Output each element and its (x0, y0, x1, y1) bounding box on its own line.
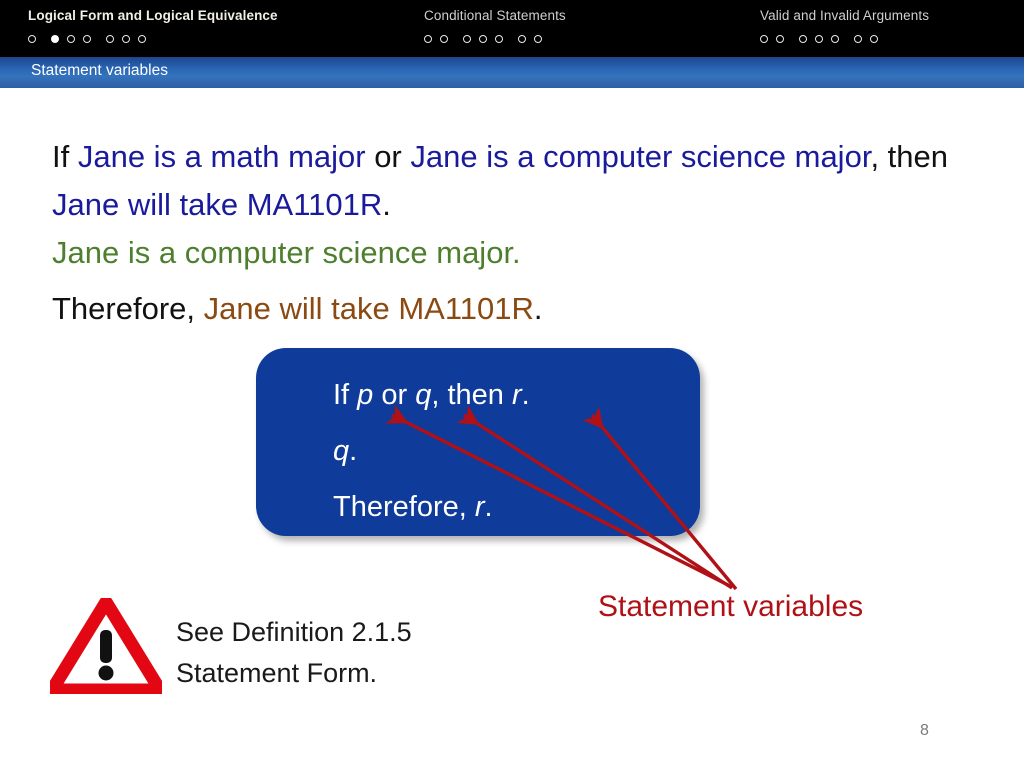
top-navigation-bar: Logical Form and Logical Equivalence Con… (0, 0, 1024, 57)
nav-dot-current[interactable] (51, 34, 59, 43)
nav-dot[interactable] (776, 34, 784, 43)
nav-dot[interactable] (67, 34, 75, 43)
nav-dot[interactable] (815, 34, 823, 43)
nav-dot[interactable] (854, 34, 862, 43)
argument-if-keyword: If (52, 139, 78, 174)
symbolic-form-callout: If p or q, then r. q. Therefore, r. (256, 348, 700, 536)
slide-title-banner: Statement variables (0, 57, 1024, 88)
variable-q: q (415, 379, 432, 411)
nav-progress-dots (760, 32, 929, 46)
argument-period: . (382, 187, 391, 222)
symbolic-form-text: If p or q, then r. q. Therefore, r. (333, 367, 530, 535)
statement-variables-annotation-label: Statement variables (598, 590, 864, 623)
variable-p: p (357, 379, 374, 411)
nav-section-title: Valid and Invalid Arguments (760, 8, 930, 23)
variable-q: q (333, 435, 350, 467)
symbolic-then-keyword: , then (431, 379, 512, 411)
argument-second-premise: Jane is a computer science major. (52, 235, 521, 270)
nav-dot[interactable] (138, 34, 146, 43)
nav-dot[interactable] (870, 34, 878, 43)
definition-reference-line-2: Statement Form. (176, 658, 378, 688)
nav-dot[interactable] (760, 34, 768, 43)
warning-triangle-icon (50, 598, 162, 694)
nav-dot[interactable] (495, 34, 503, 43)
argument-therefore-keyword: Therefore, (52, 291, 204, 326)
variable-r: r (474, 491, 485, 523)
definition-reference-line-1: See Definition 2.1.5 (176, 617, 412, 647)
symbolic-form-line-3: Therefore, r. (333, 479, 530, 535)
symbolic-if-keyword: If (333, 379, 358, 411)
page-number: 8 (920, 722, 929, 739)
argument-premise-b: Jane is a computer science major (410, 139, 871, 174)
nav-section-logical-form[interactable]: Logical Form and Logical Equivalence (28, 0, 278, 57)
argument-conclusion: Jane will take MA1101R (203, 291, 534, 326)
argument-conclusion-clause: Jane will take MA1101R (52, 187, 383, 222)
variable-r: r (511, 379, 522, 411)
nav-progress-dots (424, 32, 566, 46)
symbolic-period: . (349, 435, 358, 467)
nav-dot[interactable] (440, 34, 448, 43)
nav-dot[interactable] (534, 34, 542, 43)
argument-then-keyword: , then (870, 139, 948, 174)
argument-second-premise-line: Jane is a computer science major. (52, 229, 952, 277)
nav-section-conditional-statements[interactable]: Conditional Statements (424, 0, 566, 57)
nav-dot[interactable] (799, 34, 807, 43)
nav-dot[interactable] (122, 34, 130, 43)
symbolic-form-line-1: If p or q, then r. (333, 367, 530, 423)
nav-section-title: Logical Form and Logical Equivalence (28, 8, 278, 23)
symbolic-period: . (521, 379, 530, 411)
definition-reference-note: See Definition 2.1.5 Statement Form. (176, 612, 412, 694)
nav-dot[interactable] (106, 34, 114, 43)
nav-dot[interactable] (424, 34, 432, 43)
symbolic-therefore-keyword: Therefore, (333, 491, 475, 523)
symbolic-period: . (484, 491, 493, 523)
nav-dot[interactable] (463, 34, 471, 43)
nav-section-valid-invalid-arguments[interactable]: Valid and Invalid Arguments (760, 0, 929, 57)
nav-dot[interactable] (831, 34, 839, 43)
argument-text-block: If Jane is a math major or Jane is a com… (52, 133, 952, 333)
nav-dot[interactable] (28, 34, 36, 43)
nav-section-title: Conditional Statements (424, 8, 566, 23)
nav-dot[interactable] (518, 34, 526, 43)
exclamation-dot (98, 665, 114, 681)
argument-premise-line: If Jane is a math major or Jane is a com… (52, 133, 952, 229)
exclamation-stem (100, 630, 112, 663)
argument-conclusion-line: Therefore, Jane will take MA1101R. (52, 285, 952, 333)
argument-premise-a: Jane is a math major (77, 139, 366, 174)
symbolic-or-keyword: or (373, 379, 416, 411)
nav-dot[interactable] (479, 34, 487, 43)
nav-dot[interactable] (83, 34, 91, 43)
slide-title: Statement variables (31, 62, 168, 79)
argument-or-keyword: or (365, 139, 411, 174)
nav-progress-dots (28, 32, 278, 46)
argument-conclusion-period: . (533, 291, 543, 326)
symbolic-form-line-2: q. (333, 423, 530, 479)
